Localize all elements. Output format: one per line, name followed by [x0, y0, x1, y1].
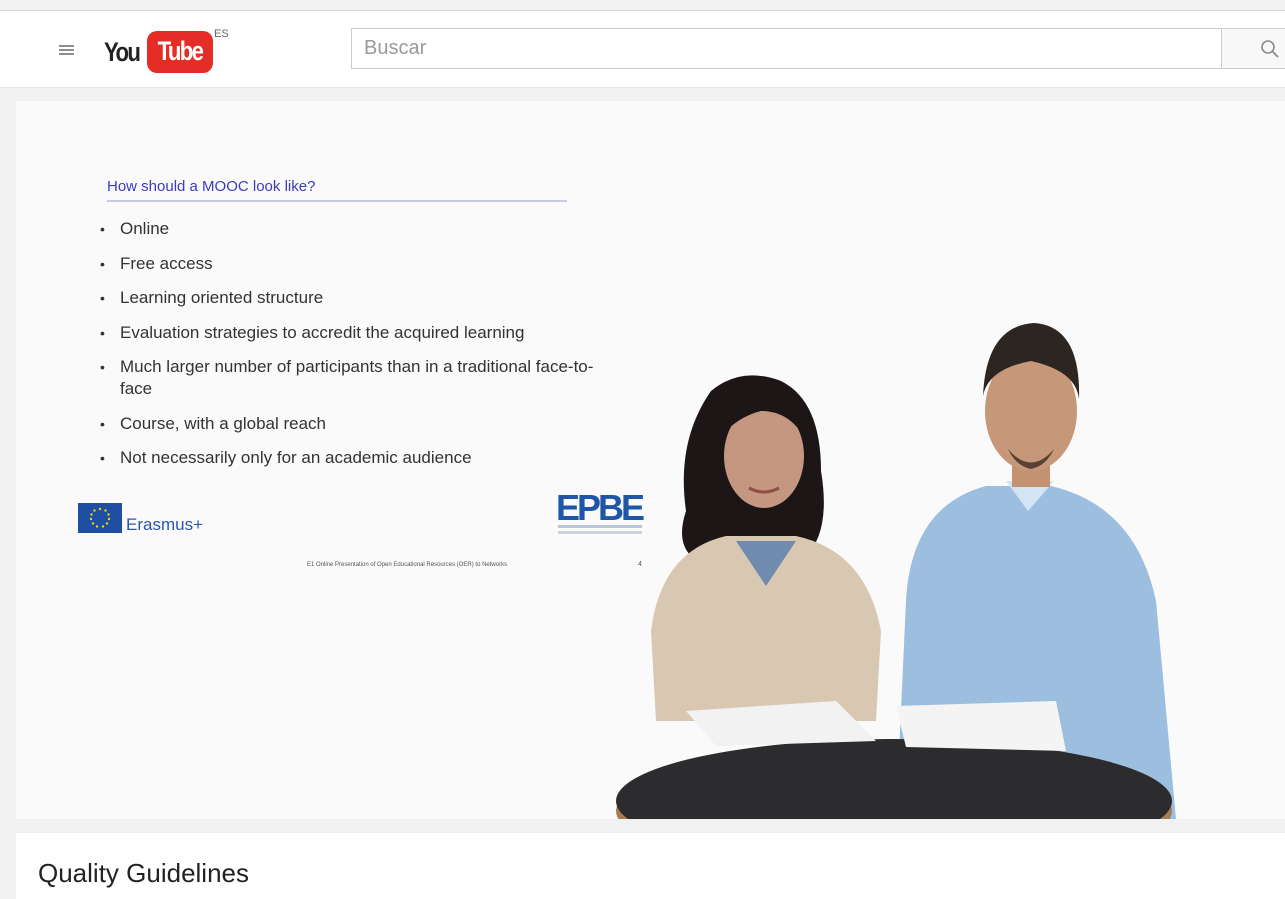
erasmus-plus-label: Erasmus+	[126, 515, 203, 534]
slide-bullet: Not necessarily only for an academic aud…	[100, 447, 620, 469]
logo-tube-text: Tube	[157, 36, 204, 66]
search-icon	[1261, 40, 1279, 58]
slide-footer-text: E1 Online Presentation of Open Education…	[307, 562, 508, 568]
slide-bullet: Evaluation strategies to accredit the ac…	[100, 322, 620, 344]
slide-title: How should a MOOC look like?	[107, 178, 316, 195]
logo-tube-box: Tube	[147, 31, 213, 73]
video-title: Quality Guidelines	[38, 858, 249, 888]
search-input[interactable]	[351, 28, 1222, 69]
slide-bullet: Course, with a global reach	[100, 413, 620, 435]
video-player[interactable]: How should a MOOC look like? Online Free…	[16, 101, 1285, 819]
female-presenter	[651, 375, 881, 721]
slide-bullet-list: Online Free access Learning oriented str…	[100, 218, 620, 482]
masthead: You Tube ES	[0, 10, 1285, 88]
search-button[interactable]	[1222, 28, 1285, 69]
slide-bullet: Learning oriented structure	[100, 287, 620, 309]
logo-country-code: ES	[214, 28, 229, 40]
eu-flag-icon	[78, 503, 122, 533]
presenters-video-frame	[616, 323, 1176, 819]
hamburger-menu-icon[interactable]	[56, 39, 78, 59]
slide-bullet: Free access	[100, 253, 620, 275]
slide-title-underline	[107, 200, 567, 202]
slide-bullet: Online	[100, 218, 620, 240]
slide-bullet: Much larger number of participants than …	[100, 356, 620, 400]
logo-you-text: You	[104, 37, 141, 67]
